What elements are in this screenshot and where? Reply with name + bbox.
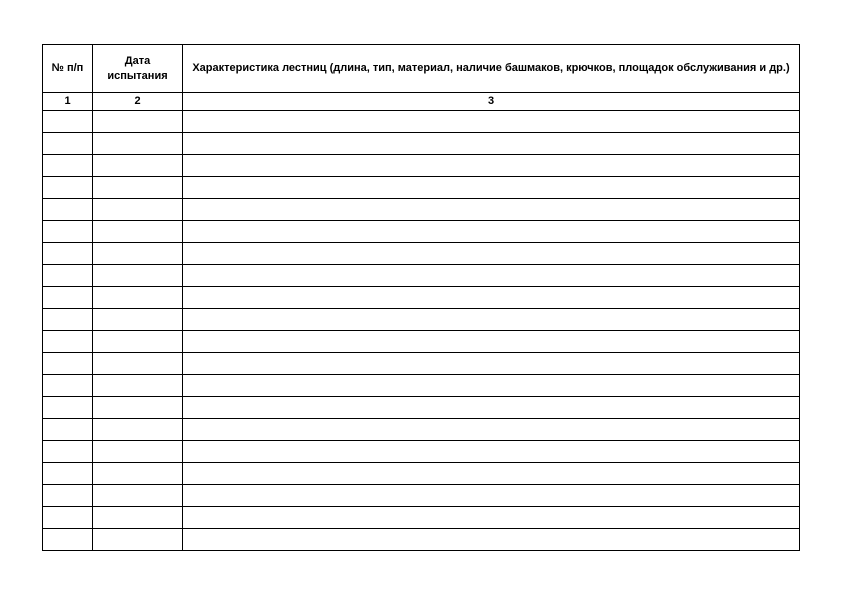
header-number: № п/п — [43, 45, 93, 93]
table-cell — [43, 397, 93, 419]
table-cell — [43, 199, 93, 221]
table-cell — [183, 177, 800, 199]
table-row — [43, 309, 800, 331]
table-cell — [43, 287, 93, 309]
table-cell — [43, 243, 93, 265]
table-cell — [93, 177, 183, 199]
table-cell — [43, 133, 93, 155]
table-row — [43, 221, 800, 243]
table-row — [43, 419, 800, 441]
table-cell — [43, 463, 93, 485]
header-characteristics: Характеристика лестниц (длина, тип, мате… — [183, 45, 800, 93]
table-cell — [183, 309, 800, 331]
table-cell — [93, 463, 183, 485]
table-row — [43, 265, 800, 287]
table-cell — [183, 441, 800, 463]
table-cell — [183, 155, 800, 177]
table-cell — [43, 309, 93, 331]
table-cell — [183, 353, 800, 375]
table-cell — [43, 529, 93, 551]
table-row — [43, 397, 800, 419]
table-row — [43, 331, 800, 353]
table-cell — [93, 507, 183, 529]
table-cell — [43, 221, 93, 243]
data-rows — [43, 111, 800, 551]
table-row — [43, 353, 800, 375]
table-cell — [183, 221, 800, 243]
table-cell — [43, 507, 93, 529]
table-row — [43, 463, 800, 485]
table-cell — [183, 331, 800, 353]
table-cell — [43, 111, 93, 133]
colnum-2: 2 — [93, 93, 183, 111]
table-cell — [43, 265, 93, 287]
table-row — [43, 243, 800, 265]
table-cell — [183, 397, 800, 419]
table-cell — [43, 155, 93, 177]
table-cell — [183, 199, 800, 221]
table-cell — [183, 419, 800, 441]
table-cell — [183, 265, 800, 287]
table-cell — [93, 441, 183, 463]
table-cell — [183, 507, 800, 529]
table-row — [43, 199, 800, 221]
table-cell — [93, 353, 183, 375]
table-cell — [183, 375, 800, 397]
table-cell — [93, 375, 183, 397]
table-cell — [183, 133, 800, 155]
table-row — [43, 529, 800, 551]
colnum-3: 3 — [183, 93, 800, 111]
table-row — [43, 507, 800, 529]
table-cell — [93, 199, 183, 221]
table-cell — [43, 441, 93, 463]
header-date: Дата испытания — [93, 45, 183, 93]
table-cell — [43, 331, 93, 353]
table-cell — [93, 485, 183, 507]
table-row — [43, 287, 800, 309]
table-cell — [93, 221, 183, 243]
table-row — [43, 177, 800, 199]
table-cell — [93, 529, 183, 551]
table-cell — [93, 133, 183, 155]
table-cell — [183, 529, 800, 551]
table-cell — [183, 485, 800, 507]
table-row — [43, 375, 800, 397]
table-cell — [43, 485, 93, 507]
table-row — [43, 133, 800, 155]
table-cell — [43, 177, 93, 199]
table-cell — [93, 309, 183, 331]
table-row — [43, 485, 800, 507]
table-cell — [183, 287, 800, 309]
table-cell — [93, 243, 183, 265]
table-row — [43, 441, 800, 463]
table-cell — [93, 155, 183, 177]
table-cell — [43, 419, 93, 441]
table-cell — [43, 375, 93, 397]
table-cell — [93, 419, 183, 441]
table-cell — [183, 243, 800, 265]
table-cell — [93, 111, 183, 133]
table-row — [43, 155, 800, 177]
table-cell — [183, 111, 800, 133]
table-cell — [93, 397, 183, 419]
table-cell — [93, 265, 183, 287]
table-cell — [93, 331, 183, 353]
colnum-1: 1 — [43, 93, 93, 111]
table-cell — [93, 287, 183, 309]
column-number-row: 1 2 3 — [43, 93, 800, 111]
ladder-test-table: № п/п Дата испытания Характеристика лест… — [42, 44, 800, 551]
table-row — [43, 111, 800, 133]
header-row: № п/п Дата испытания Характеристика лест… — [43, 45, 800, 93]
table-cell — [43, 353, 93, 375]
table-cell — [183, 463, 800, 485]
